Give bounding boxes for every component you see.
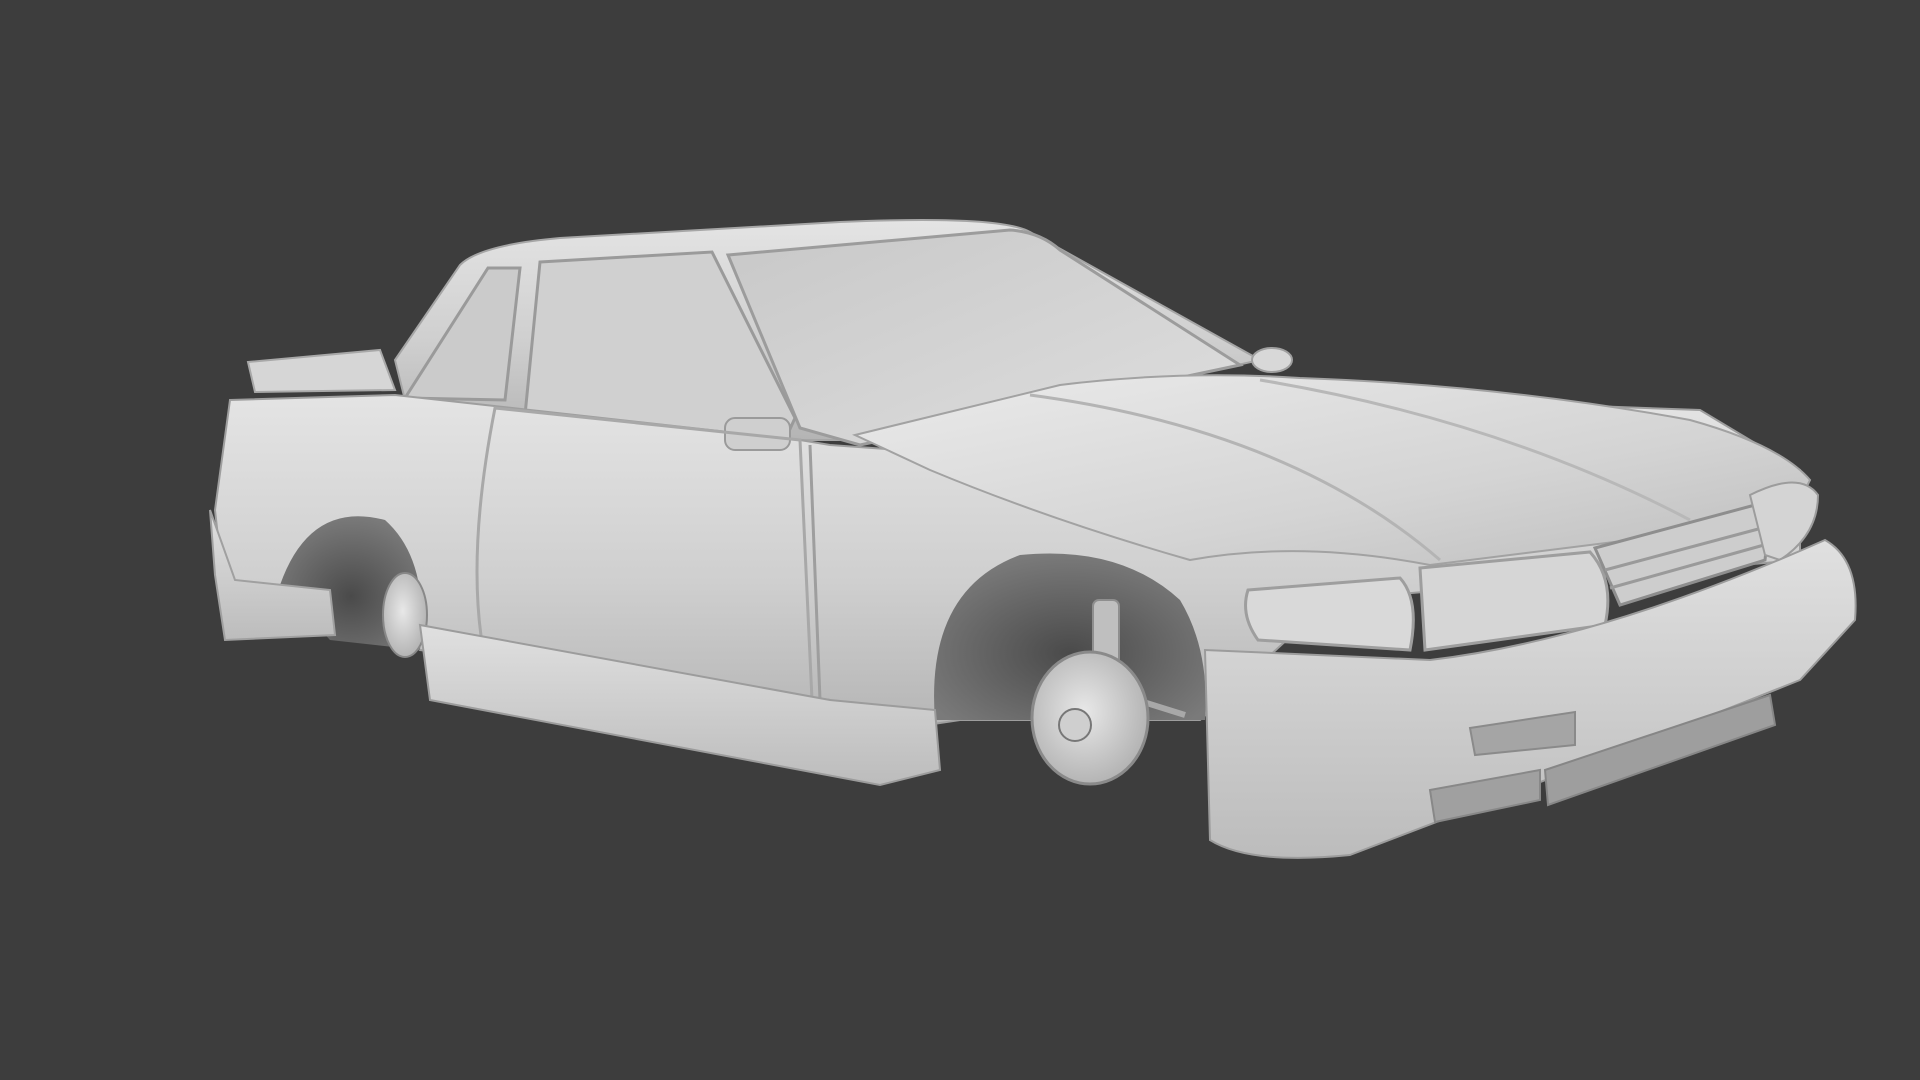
car-model-render	[209, 218, 1857, 859]
hub	[1058, 708, 1092, 742]
rear-brake-disc	[382, 572, 428, 658]
side-mirror	[1251, 347, 1293, 373]
3d-viewport[interactable]	[0, 0, 1920, 1080]
rear-spoiler	[246, 348, 397, 394]
headlight	[1244, 576, 1415, 652]
